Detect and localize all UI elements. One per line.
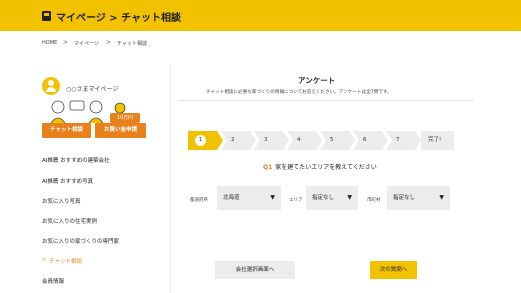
breadcrumb-home[interactable]: HOME [42, 40, 57, 46]
step-6: 6 [353, 131, 388, 150]
estimate-request-button[interactable]: お買い金申請 [95, 123, 146, 138]
question: Q1 家を建てたいエリアを教えてください [263, 162, 377, 171]
breadcrumb-separator: > [106, 39, 112, 46]
sidebar-active-marker: > [42, 257, 47, 263]
prefecture-value: 北海道 [223, 195, 240, 201]
step-4: 4 [287, 131, 322, 150]
chevron-down-icon: ▼ [270, 194, 275, 201]
next-question-button[interactable]: 次の質問へ [370, 261, 417, 279]
username: ○○さまマイページ [66, 86, 119, 93]
step-7: 7 [386, 131, 421, 150]
area-select[interactable]: 指定なし ▼ [306, 186, 358, 210]
sidebar-item-recommended-builders[interactable]: AI推薦 おすすめの建築会社 [42, 156, 110, 164]
chat-consult-button[interactable]: チャット相談 [42, 123, 91, 138]
municipality-value: 指定なし [393, 195, 416, 201]
breadcrumb-current: チャット相談 [117, 41, 147, 47]
municipality-label: 市町村 [367, 198, 381, 203]
chevron-down-icon: ▼ [347, 194, 352, 201]
page-title: マイページ > チャット相談 [56, 13, 182, 24]
step-5: 5 [320, 131, 355, 150]
back-to-company-select-button[interactable]: 会社選択画面へ [215, 261, 295, 279]
sidebar-item-favorite-experts[interactable]: お気に入りの家づくりの専門家 [42, 237, 119, 245]
prefecture-select[interactable]: 北海道 ▼ [217, 186, 281, 210]
step-2: 2 [221, 131, 256, 150]
survey-title: アンケート [298, 76, 336, 85]
sidebar-item-favorite-photos[interactable]: お気に入り写真 [42, 197, 81, 205]
breadcrumb-separator: > [63, 39, 69, 46]
question-text: 家を建てたいエリアを教えてください [275, 164, 377, 171]
divider [178, 100, 474, 101]
area-label: エリア [289, 198, 303, 203]
municipality-select[interactable]: 指定なし ▼ [387, 186, 450, 210]
question-number: Q1 [263, 164, 273, 171]
chevron-down-icon: ▼ [439, 194, 444, 201]
divider [170, 64, 171, 293]
avatar-icon [42, 77, 60, 95]
sidebar-item-favorite-cases[interactable]: お気に入りの住宅実例 [42, 217, 97, 225]
step-complete: 完了! [421, 131, 454, 150]
prefecture-label: 都道府県 [190, 198, 208, 203]
sidebar-item-recommended-photos[interactable]: AI推薦 おすすめ写真 [42, 177, 93, 185]
page-header: マイページ > チャット相談 [0, 0, 521, 31]
sidebar-item-chat[interactable]: チャット相談 [49, 257, 82, 265]
step-3: 3 [254, 131, 289, 150]
reward-badge: 10万円 [110, 113, 140, 123]
area-value: 指定なし [312, 195, 335, 201]
sidebar-item-member-info[interactable]: 会員情報 [42, 277, 64, 285]
profile-card-icon [42, 11, 51, 21]
step-1: 1 [188, 131, 223, 150]
survey-subtitle: チャット相談に必要な家づくりの情報についてお答えください。アンケートは全7問です… [206, 90, 392, 95]
breadcrumb-mypage[interactable]: マイページ [74, 40, 99, 47]
